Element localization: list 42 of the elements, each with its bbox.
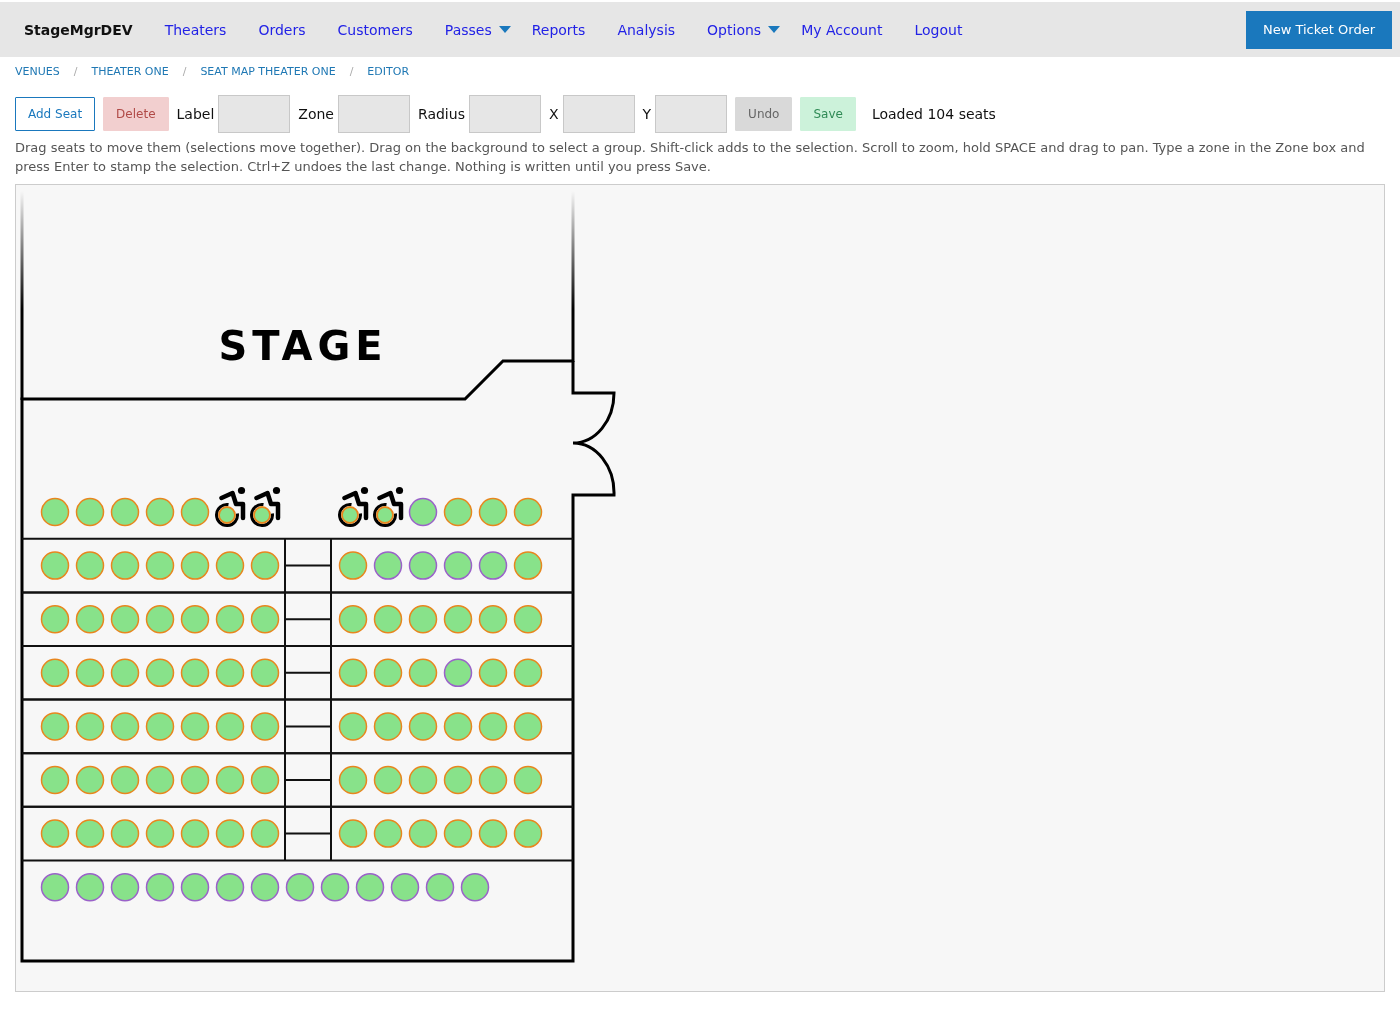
input-field[interactable] xyxy=(218,95,291,133)
field-label: Radius xyxy=(418,106,465,122)
breadcrumb-link[interactable]: THEATER ONE xyxy=(91,64,169,78)
field-label: Label xyxy=(176,106,215,122)
input-field[interactable] xyxy=(468,95,541,133)
breadcrumb-link[interactable]: VENUES xyxy=(15,64,60,78)
field-label: Zone xyxy=(298,106,334,122)
seat-icon[interactable] xyxy=(218,506,236,524)
nav-link[interactable]: My Account xyxy=(801,21,883,38)
breadcrumb-separator: / xyxy=(182,64,187,78)
field-label: Y xyxy=(642,106,652,122)
seat-icon[interactable] xyxy=(376,506,394,524)
toolbar-button[interactable]: Add Seat xyxy=(15,97,96,131)
input-field[interactable] xyxy=(655,95,728,133)
stage-label: STAGE xyxy=(218,323,388,369)
caret-icon xyxy=(498,26,511,33)
input-field[interactable] xyxy=(338,95,410,133)
field-label: X xyxy=(548,106,559,122)
input-field[interactable] xyxy=(562,95,635,133)
nav-link[interactable]: Reports xyxy=(531,21,586,38)
breadcrumb-separator: / xyxy=(349,64,354,78)
wheelchair-icon xyxy=(215,486,246,527)
wheelchair-icon xyxy=(338,486,369,527)
breadcrumb-link[interactable]: EDITOR xyxy=(367,64,410,78)
nav-link[interactable]: Logout xyxy=(914,21,963,38)
nav-link[interactable]: Options xyxy=(707,21,781,38)
breadcrumb-link[interactable]: SEAT MAP THEATER ONE xyxy=(200,64,336,78)
wheelchair-icon xyxy=(373,486,404,527)
brand-link[interactable]: StageMgrDEV xyxy=(24,21,133,38)
nav-link[interactable]: Analysis xyxy=(617,21,676,38)
nav-link[interactable]: Passes xyxy=(444,21,511,38)
wheelchair-icon xyxy=(250,486,281,527)
new-ticket-order-button[interactable]: New Ticket Order xyxy=(1245,10,1392,49)
nav-link[interactable]: Orders xyxy=(258,21,306,38)
status-text: Loaded 104 seats xyxy=(871,106,996,122)
seat-icon[interactable] xyxy=(253,506,271,524)
help-text: Drag seats to move them (selections move together). Drag on the background to select a group. Shift-click adds to the selection. Scroll to zoom, hold SPACE and drag to pan. Type a zone in the Zone box and press Enter to stamp the selection. Ctrl+Z undoes the last change. Nothing is written until you press Save. xyxy=(15,139,1366,176)
breadcrumb-separator: / xyxy=(73,64,78,78)
nav-link[interactable]: Theaters xyxy=(164,21,227,38)
seat-icon[interactable] xyxy=(341,506,359,524)
nav-link[interactable]: Customers xyxy=(337,21,413,38)
caret-icon xyxy=(768,26,781,33)
